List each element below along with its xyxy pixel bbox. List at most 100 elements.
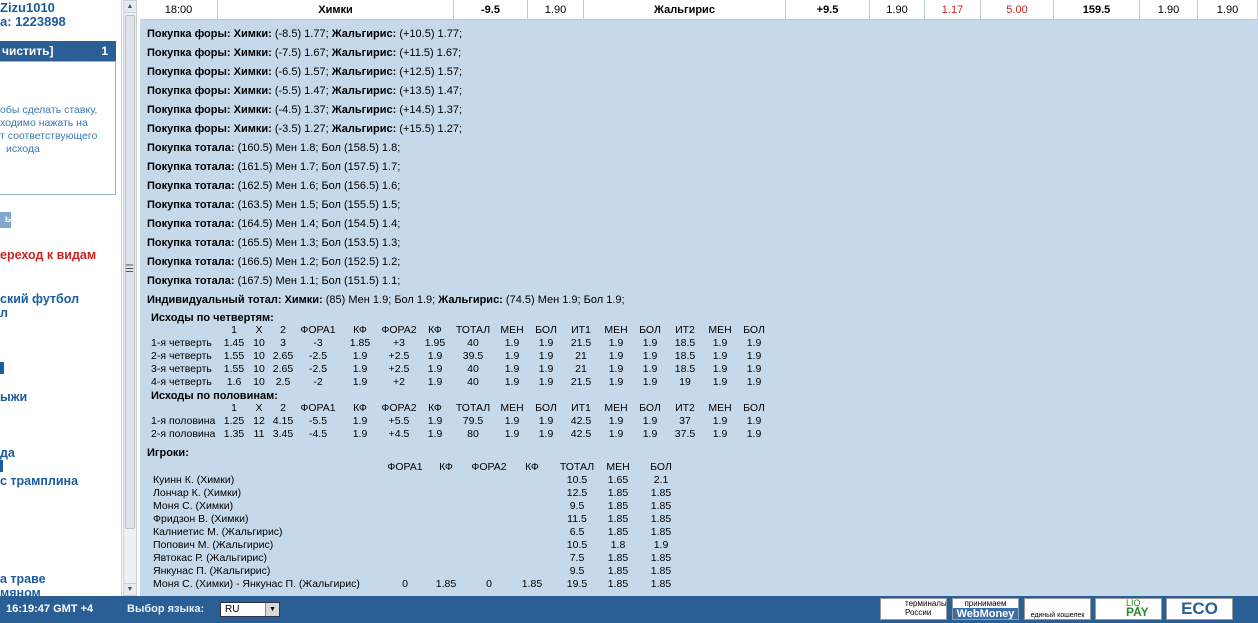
table-cell[interactable]: 1.9: [341, 415, 379, 428]
table-cell[interactable]: 1.9: [529, 363, 563, 376]
table-cell[interactable]: ФОРА1: [295, 324, 341, 337]
table-cell[interactable]: [425, 539, 467, 552]
table-cell[interactable]: [511, 487, 553, 500]
nav-item-sport[interactable]: [0, 362, 4, 374]
table-cell[interactable]: 1.9: [599, 363, 633, 376]
table-cell[interactable]: 1.9: [495, 428, 529, 441]
table-cell[interactable]: 1.9: [737, 337, 771, 350]
table-cell[interactable]: +2.5: [379, 350, 419, 363]
event-odd-home[interactable]: 1.90: [528, 0, 584, 20]
table-cell[interactable]: 10: [247, 376, 271, 389]
table-cell[interactable]: [511, 500, 553, 513]
table-cell[interactable]: 10: [247, 337, 271, 350]
table-cell[interactable]: ФОРА2: [467, 461, 511, 474]
table-cell[interactable]: ТОТАЛ: [553, 461, 601, 474]
table-cell[interactable]: 21: [563, 363, 599, 376]
market-line[interactable]: Покупка тотала: (163.5) Мен 1.5; Бол (15…: [147, 196, 625, 215]
market-line[interactable]: Покупка тотала: (160.5) Мен 1.8; Бол (15…: [147, 139, 625, 158]
table-cell[interactable]: [467, 552, 511, 565]
table-cell[interactable]: ФОРА2: [379, 402, 419, 415]
table-cell[interactable]: 1.9: [419, 428, 451, 441]
table-cell[interactable]: 1.85: [635, 500, 687, 513]
table-cell[interactable]: 1.9: [737, 428, 771, 441]
table-cell[interactable]: 1.45: [221, 337, 247, 350]
table-cell[interactable]: 1.9: [529, 415, 563, 428]
table-cell[interactable]: [385, 552, 425, 565]
table-cell[interactable]: X: [247, 402, 271, 415]
payment-logo-liqpay[interactable]: LIQ PAY: [1095, 598, 1162, 620]
event-odd-under[interactable]: 1.90: [1198, 0, 1258, 20]
table-cell[interactable]: 1.35: [221, 428, 247, 441]
table-cell[interactable]: 7.5: [553, 552, 601, 565]
nav-item-sport[interactable]: л: [0, 306, 8, 320]
table-cell[interactable]: 1.9: [599, 428, 633, 441]
table-cell[interactable]: 1.85: [341, 337, 379, 350]
table-cell[interactable]: ФОРА2: [379, 324, 419, 337]
table-cell[interactable]: 1.85: [601, 526, 635, 539]
table-cell[interactable]: 18.5: [667, 337, 703, 350]
table-cell[interactable]: [385, 513, 425, 526]
table-cell[interactable]: 2.1: [635, 474, 687, 487]
table-cell[interactable]: 2: [271, 324, 295, 337]
table-cell[interactable]: БОЛ: [737, 402, 771, 415]
nav-item-sport[interactable]: ский футбол: [0, 292, 79, 306]
table-cell[interactable]: [425, 526, 467, 539]
table-cell[interactable]: -2: [295, 376, 341, 389]
table-cell[interactable]: [511, 552, 553, 565]
table-cell[interactable]: 1.9: [599, 415, 633, 428]
table-cell[interactable]: 21: [563, 350, 599, 363]
table-cell[interactable]: 40: [451, 337, 495, 350]
table-cell[interactable]: [385, 500, 425, 513]
table-cell[interactable]: 1.9: [341, 363, 379, 376]
table-cell[interactable]: 1.9: [419, 363, 451, 376]
table-cell[interactable]: +2.5: [379, 363, 419, 376]
table-cell[interactable]: -3: [295, 337, 341, 350]
table-cell[interactable]: 1.6: [221, 376, 247, 389]
table-cell[interactable]: +4.5: [379, 428, 419, 441]
table-cell[interactable]: 1.9: [633, 376, 667, 389]
table-cell[interactable]: 2.65: [271, 350, 295, 363]
table-cell[interactable]: [425, 565, 467, 578]
table-cell[interactable]: КФ: [341, 402, 379, 415]
table-cell[interactable]: 1.9: [419, 415, 451, 428]
table-cell[interactable]: 1.9: [633, 363, 667, 376]
payment-logo-eco[interactable]: ECO: [1166, 598, 1233, 620]
table-cell[interactable]: 1.85: [635, 552, 687, 565]
table-cell[interactable]: 1.9: [703, 376, 737, 389]
table-cell[interactable]: 79.5: [451, 415, 495, 428]
table-cell[interactable]: 1.9: [703, 350, 737, 363]
table-cell[interactable]: [467, 539, 511, 552]
table-cell[interactable]: 1.9: [341, 350, 379, 363]
table-cell[interactable]: 40: [451, 363, 495, 376]
table-cell[interactable]: КФ: [341, 324, 379, 337]
table-cell[interactable]: БОЛ: [633, 324, 667, 337]
market-line[interactable]: Покупка форы: Химки: (-4.5) 1.37; Жальги…: [147, 101, 625, 120]
table-cell[interactable]: [425, 500, 467, 513]
nav-item-sport[interactable]: [0, 460, 3, 472]
table-cell[interactable]: 1.9: [633, 337, 667, 350]
table-cell[interactable]: 1.9: [703, 337, 737, 350]
table-cell[interactable]: ФОРА1: [295, 402, 341, 415]
table-cell[interactable]: ИТ1: [563, 324, 599, 337]
table-cell[interactable]: 2: [271, 402, 295, 415]
table-cell[interactable]: 1.9: [703, 363, 737, 376]
table-cell[interactable]: 1.9: [529, 350, 563, 363]
table-cell[interactable]: 1: [221, 324, 247, 337]
table-cell[interactable]: [467, 565, 511, 578]
scroll-down-arrow-icon[interactable]: ▼: [124, 583, 136, 595]
table-cell[interactable]: БОЛ: [737, 324, 771, 337]
market-line[interactable]: Покупка форы: Химки: (-7.5) 1.67; Жальги…: [147, 44, 625, 63]
nav-item-sport[interactable]: с трамплина: [0, 474, 78, 488]
table-cell[interactable]: МЕН: [703, 324, 737, 337]
table-cell[interactable]: КФ: [511, 461, 553, 474]
nav-item-sport[interactable]: да: [0, 446, 15, 460]
market-line[interactable]: Покупка тотала: (161.5) Мен 1.7; Бол (15…: [147, 158, 625, 177]
table-cell[interactable]: 1.9: [529, 428, 563, 441]
table-cell[interactable]: 9.5: [553, 500, 601, 513]
table-cell[interactable]: [385, 526, 425, 539]
table-cell[interactable]: 1.9: [737, 350, 771, 363]
payment-logo-wallet[interactable]: единый кошелек: [1024, 598, 1091, 620]
table-cell[interactable]: [385, 487, 425, 500]
event-odd-win2[interactable]: 5.00: [981, 0, 1054, 20]
table-cell[interactable]: 1.9: [703, 415, 737, 428]
